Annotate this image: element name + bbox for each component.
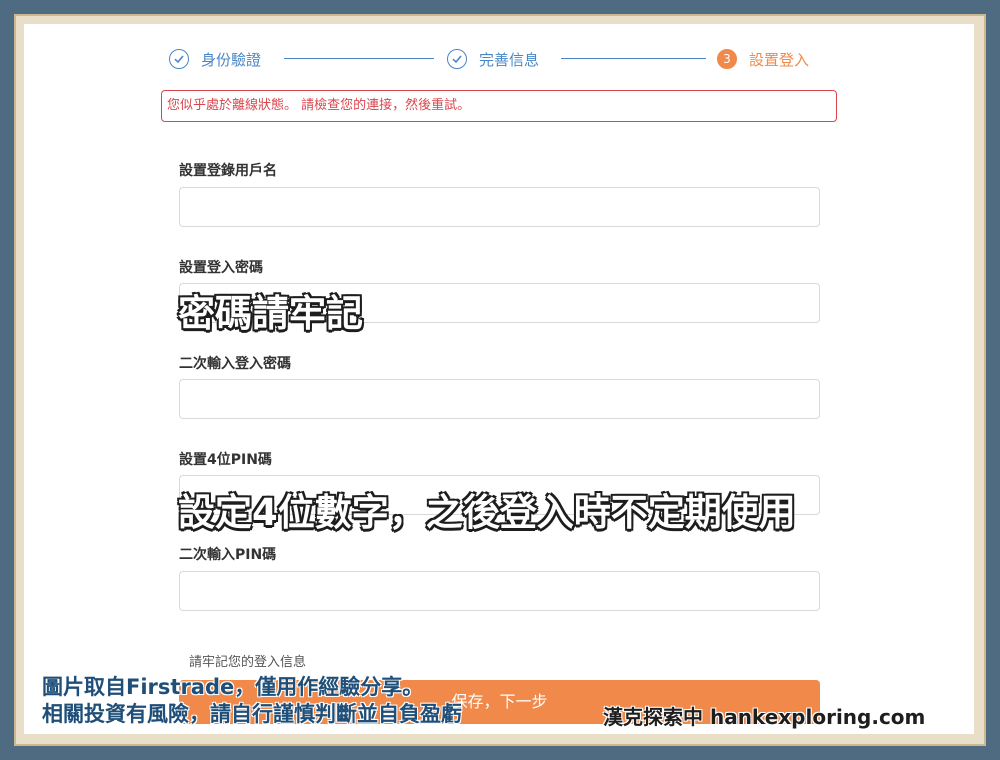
- offline-error-alert: 您似乎處於離線狀態。 請檢查您的連接，然後重試。: [161, 90, 837, 122]
- password-confirm-input[interactable]: [179, 379, 820, 419]
- step-connector: [284, 58, 434, 59]
- step-number-badge: 3: [717, 49, 737, 69]
- username-input[interactable]: [179, 187, 820, 227]
- step-progress: 身份驗證 完善信息 3 設置登入: [24, 24, 974, 94]
- username-label: 設置登錄用戶名: [179, 163, 277, 179]
- check-circle-icon: [169, 49, 189, 69]
- remember-note: 請牢記您的登入信息: [189, 655, 307, 670]
- pin-label: 設置4位PIN碼: [179, 452, 272, 468]
- pin-confirm-input[interactable]: [179, 571, 820, 611]
- disclaimer-line-2: 相關投資有風險，請自行謹慎判斷並自負盈虧: [42, 702, 462, 726]
- password-tip-caption: 密碼請牢記: [177, 291, 364, 336]
- check-circle-icon: [447, 49, 467, 69]
- step-label: 身份驗證: [201, 50, 262, 69]
- step-label: 完善信息: [479, 50, 540, 69]
- step-complete-info: 完善信息: [447, 46, 539, 72]
- step-connector: [561, 58, 706, 59]
- step-label: 設置登入: [749, 50, 810, 69]
- password-confirm-label: 二次輸入登入密碼: [179, 356, 291, 372]
- pin-tip-caption: 設定4位數字，之後登入時不定期使用: [177, 490, 797, 535]
- brand-watermark: 漢克探索中 hankexploring.com: [603, 705, 926, 729]
- pin-confirm-label: 二次輸入PIN碼: [179, 547, 277, 563]
- step-setup-login: 3 設置登入: [717, 46, 809, 72]
- password-label: 設置登入密碼: [179, 260, 263, 276]
- disclaimer: 圖片取自Firstrade，僅用作經驗分享。 相關投資有風險，請自行謹慎判斷並自…: [42, 674, 462, 728]
- disclaimer-line-1: 圖片取自Firstrade，僅用作經驗分享。: [42, 675, 424, 699]
- step-identity-verification: 身份驗證: [169, 46, 261, 72]
- registration-card: 身份驗證 完善信息 3 設置登入 您似乎處於離線狀態。 請檢查您的連接，然後重試…: [24, 24, 974, 734]
